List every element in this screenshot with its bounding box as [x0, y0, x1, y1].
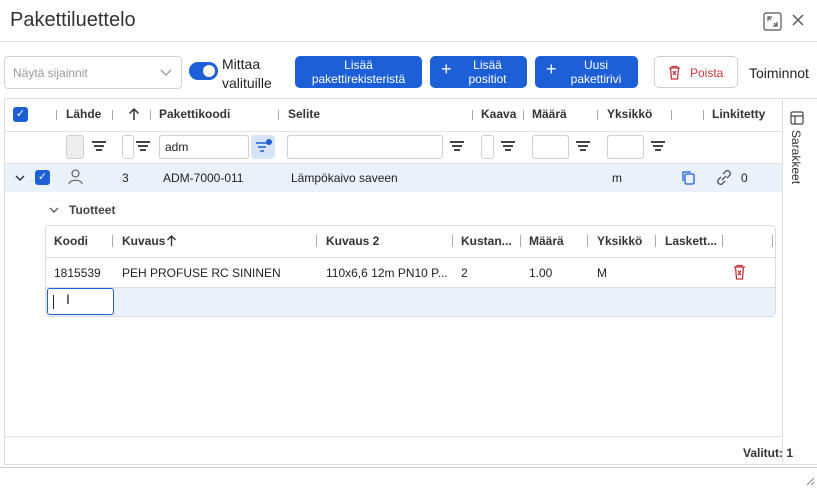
resize-handle-icon[interactable] — [805, 473, 815, 491]
chevron-down-icon — [159, 65, 173, 82]
sub-col-quantity[interactable]: Määrä — [529, 229, 564, 254]
row-checkbox[interactable]: ✓ — [35, 170, 50, 185]
order-filter[interactable] — [122, 135, 134, 159]
col-source[interactable]: Lähde — [66, 98, 101, 131]
plus-icon: + — [441, 59, 452, 79]
trash-icon[interactable] — [733, 264, 746, 285]
measure-selected-toggle[interactable] — [189, 62, 218, 80]
col-quantity[interactable]: Määrä — [532, 98, 567, 131]
dialog-bottom-border — [0, 467, 817, 468]
col-formula[interactable]: Kaava — [481, 98, 516, 131]
product-code-input[interactable] — [47, 288, 114, 315]
unit-filter-input[interactable] — [607, 135, 644, 159]
link-icon[interactable] — [714, 168, 734, 192]
maximize-icon[interactable] — [763, 12, 782, 34]
sub-row-quantity: 1.00 — [529, 266, 553, 280]
col-package-code[interactable]: Pakettikoodi — [159, 98, 230, 131]
products-section-title[interactable]: Tuotteet — [69, 203, 115, 217]
location-select[interactable]: Näytä sijainnit — [4, 56, 182, 89]
add-positions-button[interactable]: + Lisää positiot — [430, 56, 527, 88]
location-placeholder: Näytä sijainnit — [13, 66, 88, 80]
sub-col-code[interactable]: Koodi — [54, 229, 88, 254]
new-package-row-button[interactable]: + Uusi pakettirivi — [535, 56, 638, 88]
sub-row-description2: 110x6,6 12m PN10 P... — [326, 266, 448, 280]
formula-filter-input[interactable] — [481, 135, 494, 159]
filter-icon[interactable] — [136, 139, 150, 153]
sub-col-unit[interactable]: Yksikkö — [597, 229, 642, 254]
sub-row-unit: M — [597, 266, 607, 280]
sub-col-description[interactable]: Kuvaus — [122, 229, 165, 254]
dialog-title: Pakettiluettelo — [10, 9, 136, 31]
sort-up-icon[interactable] — [128, 107, 140, 126]
sub-row-code: 1815539 — [54, 266, 101, 280]
plus-icon: + — [546, 59, 557, 79]
columns-panel-label[interactable]: Sarakkeet — [789, 130, 803, 184]
sub-row-cost: 2 — [461, 266, 468, 280]
quantity-filter-input[interactable] — [532, 135, 569, 159]
trash-icon — [668, 65, 681, 83]
row-description: Lämpökaivo saveen — [291, 171, 398, 185]
table-columns-icon — [790, 111, 804, 130]
select-all-checkbox[interactable]: ✓ — [13, 107, 28, 122]
chevron-down-icon[interactable] — [14, 171, 26, 189]
sub-col-cost[interactable]: Kustan... — [461, 229, 512, 254]
filter-icon[interactable] — [651, 139, 665, 153]
selected-count: Valitut: 1 — [743, 446, 794, 460]
col-unit[interactable]: Yksikkö — [607, 98, 652, 131]
filter-icon[interactable] — [576, 139, 590, 153]
chevron-down-icon[interactable] — [48, 203, 60, 221]
delete-button[interactable]: Poista — [654, 56, 738, 88]
sort-up-icon[interactable] — [166, 234, 177, 252]
filter-icon[interactable] — [450, 139, 464, 153]
row-unit: m — [612, 171, 622, 185]
row-package-code: ADM-7000-011 — [163, 171, 244, 185]
package-code-filter-input[interactable]: adm — [159, 135, 249, 159]
text-cursor-icon: I — [66, 291, 70, 307]
footer-divider — [5, 436, 782, 437]
user-icon — [67, 168, 84, 190]
sub-col-description2[interactable]: Kuvaus 2 — [326, 229, 379, 254]
copy-icon[interactable] — [681, 170, 696, 190]
description-filter-input[interactable] — [287, 135, 443, 159]
row-linked-count: 0 — [741, 171, 748, 185]
source-filter[interactable] — [66, 135, 84, 159]
filter-icon[interactable] — [92, 139, 106, 153]
header-divider — [0, 41, 817, 42]
new-product-row[interactable] — [46, 287, 775, 316]
row-order: 3 — [122, 171, 129, 185]
col-linked[interactable]: Linkitetty — [712, 98, 765, 131]
close-icon[interactable] — [791, 12, 805, 31]
measure-selected-label: Mittaa valituille — [222, 56, 272, 91]
sub-row-description: PEH PROFUSE RC SININEN — [122, 266, 281, 280]
filter-icon[interactable] — [501, 139, 515, 153]
add-from-registry-button[interactable]: Lisää pakettirekisteristä — [295, 56, 422, 88]
actions-menu[interactable]: Toiminnot — [749, 65, 809, 81]
sub-col-calc[interactable]: Laskett... — [665, 229, 717, 254]
col-description[interactable]: Selite — [288, 98, 320, 131]
filter-active-icon[interactable] — [251, 135, 275, 159]
